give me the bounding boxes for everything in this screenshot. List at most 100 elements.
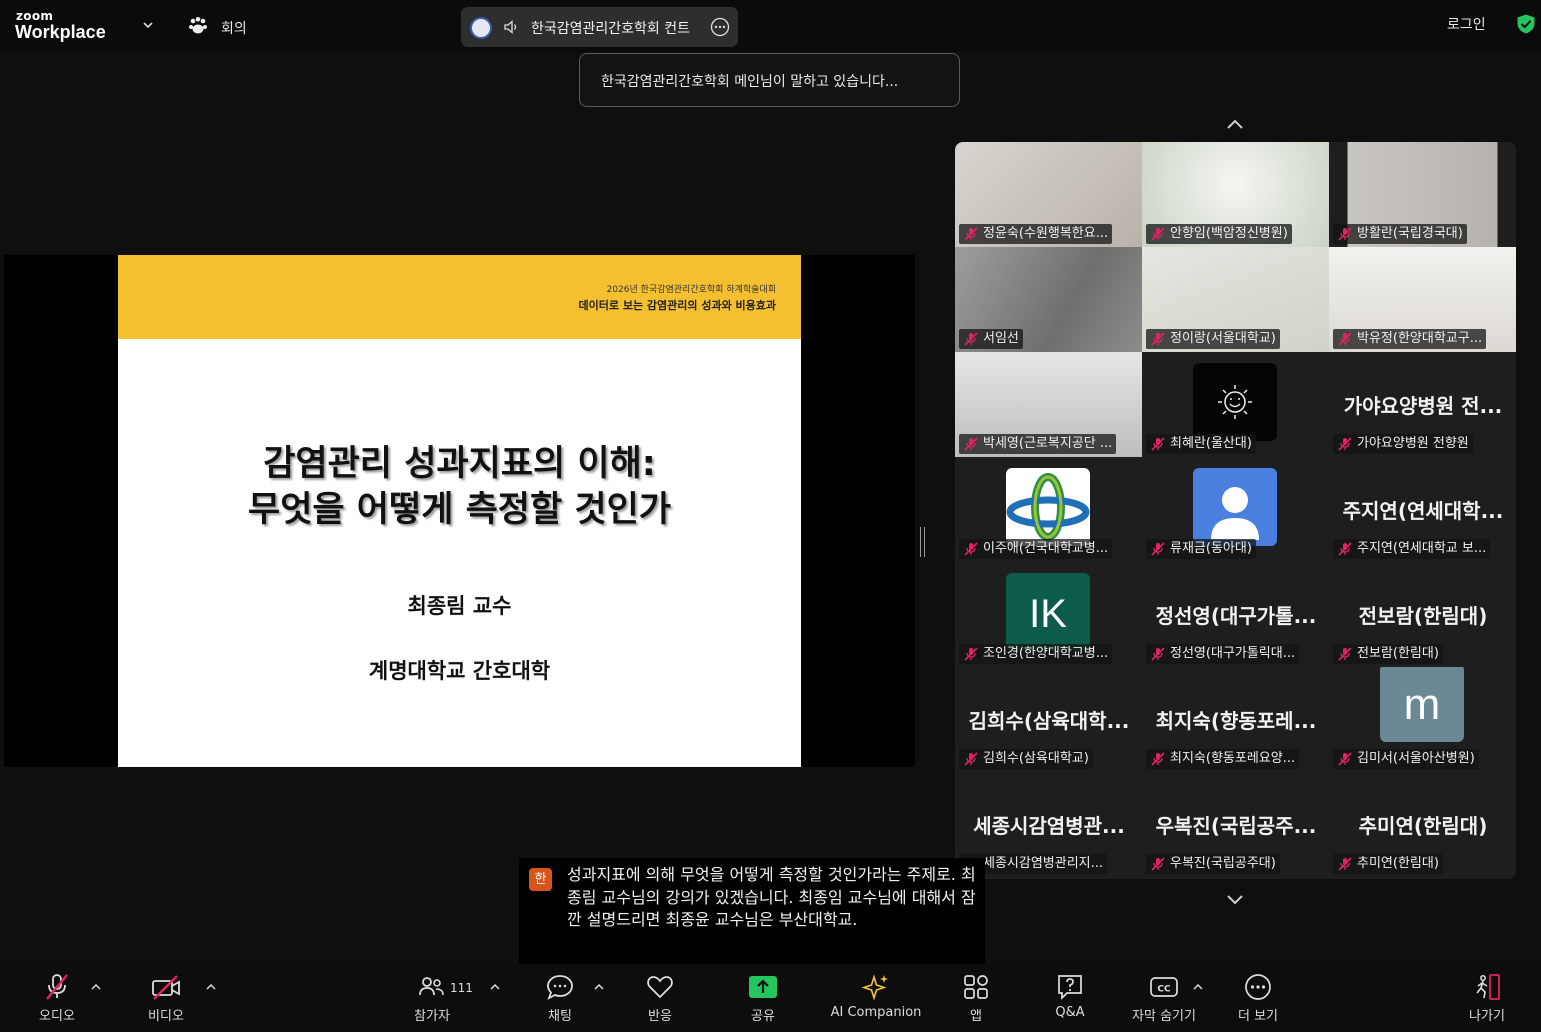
more-options-icon[interactable] xyxy=(710,17,730,37)
participant-name: 정선영(대구가톨릭대... xyxy=(1170,646,1296,661)
hospital-logo-icon xyxy=(1006,473,1090,541)
participant-display-name: 정선영(대구가톨... xyxy=(1155,604,1317,628)
mic-muted-icon xyxy=(1151,332,1165,346)
participant-name: 최지숙(향동포레요양... xyxy=(1170,751,1296,766)
participant-tile[interactable]: 최혜란(울산대) xyxy=(1142,352,1329,457)
zoom-logo-small: zoom xyxy=(16,9,54,23)
meeting-paw-icon[interactable] xyxy=(188,16,208,36)
slide-conference-theme: 데이터로 보는 감염관리의 성과와 비용효과 xyxy=(578,299,776,312)
participant-tile[interactable]: 박유정(한양대학교구... xyxy=(1329,247,1516,352)
chat-label: 채팅 xyxy=(548,1009,572,1024)
participant-display-name: 전보람(한림대) xyxy=(1358,604,1488,628)
mic-muted-icon xyxy=(1338,752,1352,766)
participant-name-label: 정윤숙(수원행복한요... xyxy=(959,224,1113,244)
ai-companion-button[interactable]: AI Companion xyxy=(826,973,926,1029)
participant-tile[interactable]: 최지숙(향동포레... 최지숙(향동포레요양... xyxy=(1142,667,1329,772)
mic-muted-icon xyxy=(1151,752,1165,766)
chat-options-caret-icon[interactable] xyxy=(592,980,606,994)
qa-button[interactable]: Q&A xyxy=(1040,973,1100,1029)
participant-tile[interactable]: 안향임(백암정신병원) xyxy=(1142,142,1329,247)
participant-tile[interactable]: 가야요양병원 전... 가야요양병원 전향원 xyxy=(1329,352,1516,457)
participant-tile[interactable]: 이주애(건국대학교병... xyxy=(955,457,1142,562)
default-person-icon xyxy=(1211,487,1259,540)
audio-button[interactable]: 오디오 xyxy=(27,973,87,1029)
mic-muted-icon xyxy=(1151,437,1165,451)
encryption-shield-icon[interactable] xyxy=(1515,13,1537,35)
participants-options-caret-icon[interactable] xyxy=(488,980,502,994)
participant-name: 최혜란(울산대) xyxy=(1170,436,1252,451)
participant-tile[interactable]: 추미연(한림대) 추미연(한림대) xyxy=(1329,772,1516,877)
participant-display-name: 주지연(연세대학... xyxy=(1342,499,1504,523)
participant-tile[interactable]: 류재금(동아대) xyxy=(1142,457,1329,562)
participant-tile[interactable]: 방활란(국립경국대) xyxy=(1329,142,1516,247)
apps-button[interactable]: 앱 xyxy=(946,973,1006,1029)
participant-tile[interactable]: 정선영(대구가톨... 정선영(대구가톨릭대... xyxy=(1142,562,1329,667)
participant-name-label: 주지연(연세대학교 보... xyxy=(1333,539,1491,559)
captions-options-caret-icon[interactable] xyxy=(1191,980,1205,994)
login-link[interactable]: 로그인 xyxy=(1447,14,1486,34)
participant-avatar xyxy=(1193,363,1277,441)
slide-presenter: 최종림 교수 xyxy=(407,594,512,618)
participant-name-label: 최혜란(울산대) xyxy=(1146,434,1256,454)
video-options-caret-icon[interactable] xyxy=(204,980,218,994)
participant-name: 안향임(백암정신병원) xyxy=(1170,226,1288,241)
more-button[interactable]: 더 보기 xyxy=(1228,973,1288,1029)
participant-tile[interactable]: 서임선 xyxy=(955,247,1142,352)
participant-display-name: 최지숙(향동포레... xyxy=(1155,709,1317,733)
slide-conference-name: 2026년 한국감염관리간호학회 하계학술대회 xyxy=(606,285,776,295)
leave-button[interactable]: 나가기 xyxy=(1457,973,1517,1029)
share-button[interactable]: 공유 xyxy=(733,973,793,1029)
participant-tile[interactable]: 우복진(국립공주... 우복진(국립공주대) xyxy=(1142,772,1329,877)
mic-muted-icon xyxy=(964,227,978,241)
meeting-title: 한국감염관리간호학회 컨트 xyxy=(531,21,691,37)
participant-tile[interactable]: 정윤숙(수원행복한요... xyxy=(955,142,1142,247)
meeting-tab-label[interactable]: 회의 xyxy=(221,18,247,38)
participant-tile[interactable]: 김희수(삼육대학... 김희수(삼육대학교) xyxy=(955,667,1142,772)
participant-name: 가야요양병원 전향원 xyxy=(1357,436,1469,451)
closed-captions-icon: CC xyxy=(1150,977,1178,997)
chat-bubble-icon xyxy=(547,975,573,1000)
participant-name: 박유정(한양대학교구... xyxy=(1357,331,1483,346)
leave-label: 나가기 xyxy=(1469,1009,1505,1024)
sparkle-icon xyxy=(861,974,888,1001)
participant-tile[interactable]: 주지연(연세대학... 주지연(연세대학교 보... xyxy=(1329,457,1516,562)
mic-muted-icon xyxy=(1338,332,1352,346)
participant-name-label: 전보람(한림대) xyxy=(1333,644,1443,664)
gallery-scroll-up-icon[interactable] xyxy=(1193,103,1277,141)
chat-button[interactable]: 채팅 xyxy=(530,973,590,1029)
participant-tile[interactable]: IK 조인경(한양대학교병... xyxy=(955,562,1142,667)
smiley-sun-icon xyxy=(1218,385,1252,419)
zoom-logo-workplace: Workplace xyxy=(15,22,106,42)
participant-name: 김미서(서울아산병원) xyxy=(1357,751,1475,766)
audio-options-caret-icon[interactable] xyxy=(89,980,103,994)
participant-avatar: IK xyxy=(1006,573,1090,651)
reactions-button[interactable]: 반응 xyxy=(630,973,690,1029)
participant-name-label: 방활란(국립경국대) xyxy=(1333,224,1467,244)
participant-avatar xyxy=(1006,468,1090,546)
participant-name-label: 김미서(서울아산병원) xyxy=(1333,749,1479,769)
participant-tile[interactable]: 전보람(한림대) 전보람(한림대) xyxy=(1329,562,1516,667)
panel-resize-handle[interactable] xyxy=(920,527,925,557)
more-label: 더 보기 xyxy=(1237,1009,1278,1024)
participant-display-name: 세종시감염병관... xyxy=(973,814,1125,838)
speaker-icon xyxy=(504,20,517,34)
host-avatar-logo xyxy=(470,17,492,39)
participant-tile[interactable]: 정이랑(서울대학교) xyxy=(1142,247,1329,352)
mic-muted-icon xyxy=(1338,857,1352,871)
chevron-down-icon[interactable] xyxy=(140,17,156,33)
question-bubble-icon xyxy=(1058,975,1082,1001)
participant-name: 우복진(국립공주대) xyxy=(1170,856,1276,871)
gallery-scroll-down-icon[interactable] xyxy=(1193,880,1277,918)
video-label: 비디오 xyxy=(148,1009,184,1024)
heart-icon xyxy=(647,976,673,999)
slide-title-line2: 무엇을 어떻게 측정할 것인가 xyxy=(248,490,671,530)
participant-tile[interactable]: 박세영(근로복지공단 ... xyxy=(955,352,1142,457)
slide-title-line1: 감염관리 성과지표의 이해: xyxy=(263,444,656,484)
participant-name: 김희수(삼육대학교) xyxy=(983,751,1089,766)
ai-companion-label: AI Companion xyxy=(830,1005,922,1020)
mic-muted-icon xyxy=(964,647,978,661)
participant-tile[interactable]: m 김미서(서울아산병원) xyxy=(1329,667,1516,772)
video-button[interactable]: 비디오 xyxy=(136,973,196,1029)
participant-avatar xyxy=(1193,468,1277,546)
more-dots-icon xyxy=(1245,974,1271,1000)
